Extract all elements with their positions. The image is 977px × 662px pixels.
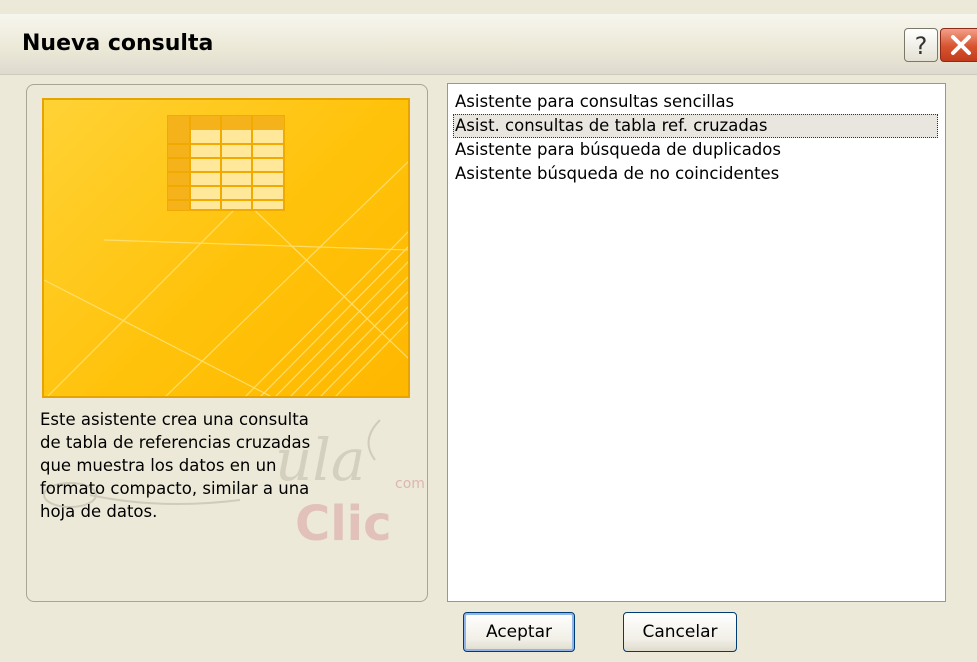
description-line: Este asistente crea una consulta — [40, 410, 309, 429]
list-item-crosstab-wizard[interactable]: Asist. consultas de tabla ref. cruzadas — [453, 114, 938, 138]
crosstab-illustration-icon — [44, 115, 408, 396]
wizard-list[interactable]: Asistente para consultas sencillas Asist… — [447, 83, 946, 602]
close-button[interactable] — [940, 28, 977, 62]
new-query-dialog: Nueva consulta ? ula com Clic Este asist… — [0, 0, 977, 662]
list-item-find-unmatched-wizard[interactable]: Asistente búsqueda de no coincidentes — [453, 162, 938, 186]
dialog-title: Nueva consulta — [22, 31, 214, 56]
close-icon — [951, 35, 971, 55]
wizard-description: Este asistente crea una consulta de tabl… — [40, 408, 340, 523]
description-line: formato compacto, similar a una — [40, 479, 310, 498]
description-line: hoja de datos. — [40, 502, 158, 521]
list-item-find-duplicates-wizard[interactable]: Asistente para búsqueda de duplicados — [453, 138, 938, 162]
cancel-button[interactable]: Cancelar — [623, 612, 737, 652]
accept-button[interactable]: Aceptar — [463, 612, 575, 652]
title-bar[interactable]: Nueva consulta ? — [0, 14, 977, 75]
description-line: de tabla de referencias cruzadas — [40, 433, 311, 452]
list-item-simple-query-wizard[interactable]: Asistente para consultas sencillas — [453, 90, 938, 114]
preview-image — [42, 98, 410, 398]
help-button[interactable]: ? — [904, 28, 938, 62]
description-line: que muestra los datos en un — [40, 456, 277, 475]
